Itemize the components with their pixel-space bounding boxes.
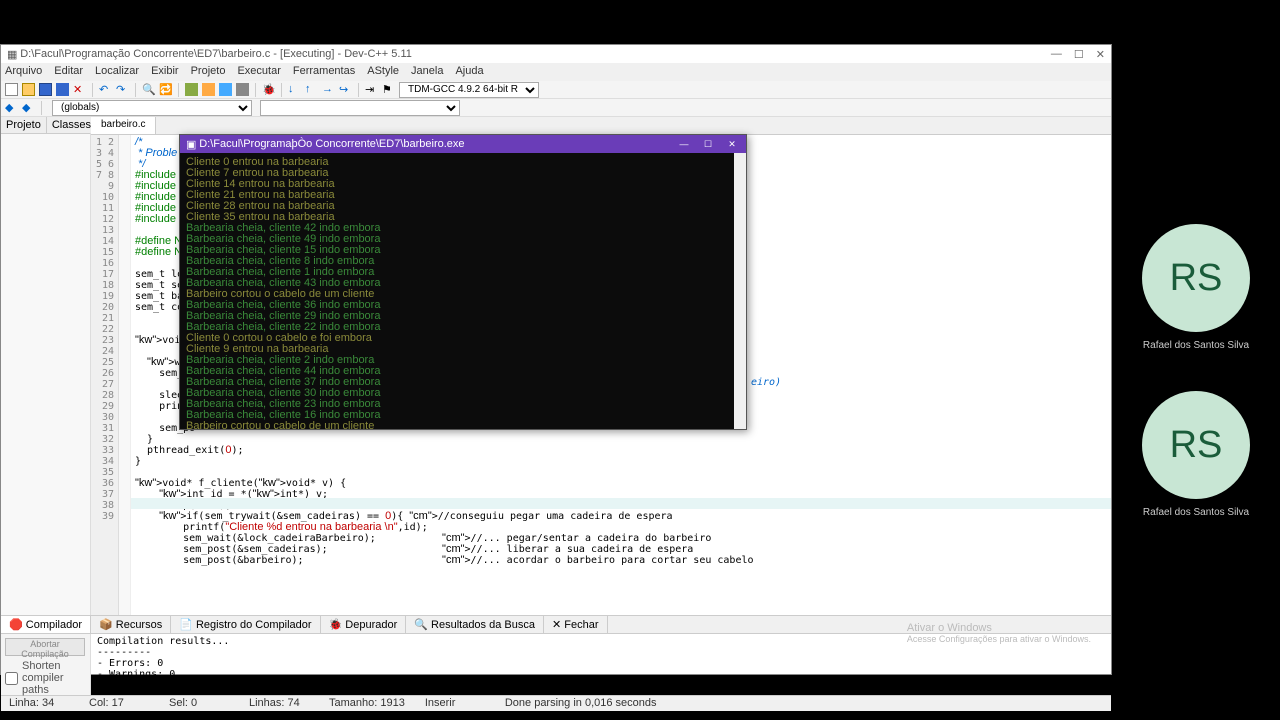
- toolbar-main: ✕ ↶ ↷ 🔍 🔁 🐞 ↓ ↑ → ↪ ⇥ ⚑ TDM-GCC 4.9.2 64…: [1, 81, 1111, 99]
- abort-compile-button[interactable]: Abortar Compilação: [5, 638, 85, 656]
- app-icon: ▦: [7, 48, 17, 61]
- compiler-selector[interactable]: TDM-GCC 4.9.2 64-bit Release: [399, 82, 539, 98]
- menu-exibir[interactable]: Exibir: [151, 65, 179, 79]
- participant-1: RS Rafael dos Santos Silva: [1142, 224, 1250, 351]
- participant-2: RS Rafael dos Santos Silva: [1142, 391, 1250, 518]
- toolbar-nav: ◆ ◆ (globals): [1, 99, 1111, 117]
- console-icon: ▣: [186, 138, 196, 151]
- console-window[interactable]: ▣ D:\Facul\ProgramaþÒo Concorrente\ED7\b…: [179, 134, 747, 430]
- menu-editar[interactable]: Editar: [54, 65, 83, 79]
- menu-ferramentas[interactable]: Ferramentas: [293, 65, 355, 79]
- windows-watermark: Ativar o Windows Acesse Configurações pa…: [907, 622, 1091, 644]
- saveall-icon[interactable]: [56, 83, 69, 96]
- new-icon[interactable]: [5, 83, 18, 96]
- step-into-icon[interactable]: ↑: [305, 83, 318, 96]
- minimize-icon[interactable]: —: [1051, 48, 1062, 61]
- btab-5[interactable]: ✕ Fechar: [544, 616, 608, 633]
- line-gutter: 1 2 3 4 5 6 7 8 9 10 11 12 13 14 15 16 1…: [91, 135, 119, 615]
- step-over-icon[interactable]: ↓: [288, 83, 301, 96]
- console-title-text: D:\Facul\ProgramaþÒo Concorrente\ED7\bar…: [199, 138, 464, 150]
- step-out-icon[interactable]: →: [322, 83, 335, 96]
- open-icon[interactable]: [22, 83, 35, 96]
- watermark-sub: Acesse Configurações para ativar o Windo…: [907, 634, 1091, 644]
- run-icon[interactable]: [202, 83, 215, 96]
- btab-3[interactable]: 🐞 Depurador: [321, 616, 407, 633]
- undo-icon[interactable]: ↶: [99, 83, 112, 96]
- compile-panel: Abortar Compilação Shorten compiler path…: [1, 633, 1111, 695]
- save-icon[interactable]: [39, 83, 52, 96]
- status-parse: Done parsing in 0,016 seconds: [505, 697, 657, 710]
- btab-1[interactable]: 📦 Recursos: [91, 616, 171, 633]
- console-close-icon[interactable]: ✕: [724, 137, 740, 151]
- status-sel: Sel: 0: [169, 697, 229, 710]
- menu-executar[interactable]: Executar: [237, 65, 280, 79]
- watermark-title: Ativar o Windows: [907, 622, 1091, 634]
- compile-icon[interactable]: [185, 83, 198, 96]
- status-lines: Linhas: 74: [249, 697, 309, 710]
- close-file-icon[interactable]: ✕: [73, 83, 86, 96]
- titlebar[interactable]: ▦ D:\Facul\Programação Concorrente\ED7\b…: [1, 45, 1111, 63]
- compile-run-icon[interactable]: [219, 83, 232, 96]
- find-icon[interactable]: 🔍: [142, 83, 155, 96]
- continue-icon[interactable]: ↪: [339, 83, 352, 96]
- sidebar: Projeto Classes Deb: [1, 117, 91, 615]
- statusbar: Linha: 34 Col: 17 Sel: 0 Linhas: 74 Tama…: [1, 695, 1111, 711]
- file-tabs: barbeiro.c: [91, 117, 1111, 135]
- maximize-icon[interactable]: ☐: [1074, 48, 1084, 61]
- menu-arquivo[interactable]: Arquivo: [5, 65, 42, 79]
- participant-2-name: Rafael dos Santos Silva: [1143, 507, 1249, 518]
- console-maximize-icon[interactable]: ☐: [700, 137, 716, 151]
- redo-icon[interactable]: ↷: [116, 83, 129, 96]
- shorten-paths-label: Shorten compiler paths: [22, 660, 86, 696]
- avatar-2[interactable]: RS: [1142, 391, 1250, 499]
- status-size: Tamanho: 1913: [329, 697, 405, 710]
- rebuild-icon[interactable]: [236, 83, 249, 96]
- menubar: Arquivo Editar Localizar Exibir Projeto …: [1, 63, 1111, 81]
- tab-classes[interactable]: Classes: [47, 117, 97, 133]
- status-line: Linha: 34: [9, 697, 69, 710]
- menu-localizar[interactable]: Localizar: [95, 65, 139, 79]
- console-output[interactable]: Cliente 0 entrou na barbeariaCliente 7 e…: [180, 153, 746, 429]
- tab-projeto[interactable]: Projeto: [1, 117, 47, 133]
- avatar-1[interactable]: RS: [1142, 224, 1250, 332]
- btab-4[interactable]: 🔍 Resultados da Busca: [406, 616, 544, 633]
- fold-gutter: [119, 135, 131, 615]
- replace-icon[interactable]: 🔁: [159, 83, 172, 96]
- participant-1-name: Rafael dos Santos Silva: [1143, 340, 1249, 351]
- window-title: D:\Facul\Programação Concorrente\ED7\bar…: [20, 48, 412, 60]
- status-mode: Inserir: [425, 697, 485, 710]
- globals-selector[interactable]: (globals): [52, 100, 252, 116]
- tab-file[interactable]: barbeiro.c: [91, 117, 156, 134]
- console-titlebar[interactable]: ▣ D:\Facul\ProgramaþÒo Concorrente\ED7\b…: [180, 135, 746, 153]
- code-comment-tail: eiro): [751, 377, 781, 388]
- close-icon[interactable]: ✕: [1096, 48, 1105, 61]
- menu-projeto[interactable]: Projeto: [191, 65, 226, 79]
- teams-participants: RS Rafael dos Santos Silva RS Rafael dos…: [1142, 224, 1250, 518]
- members-selector[interactable]: [260, 100, 460, 116]
- menu-astyle[interactable]: AStyle: [367, 65, 399, 79]
- menu-janela[interactable]: Janela: [411, 65, 443, 79]
- btab-0[interactable]: 🛑 Compilador: [1, 616, 91, 633]
- console-scrollbar[interactable]: [734, 153, 746, 429]
- status-col: Col: 17: [89, 697, 149, 710]
- menu-ajuda[interactable]: Ajuda: [455, 65, 483, 79]
- back-icon[interactable]: ◆: [5, 101, 18, 114]
- forward-icon[interactable]: ◆: [22, 101, 35, 114]
- debug-icon[interactable]: 🐞: [262, 83, 275, 96]
- btab-2[interactable]: 📄 Registro do Compilador: [171, 616, 320, 633]
- bookmark-icon[interactable]: ⚑: [382, 83, 395, 96]
- goto-icon[interactable]: ⇥: [365, 83, 378, 96]
- console-minimize-icon[interactable]: —: [676, 137, 692, 151]
- shorten-paths-checkbox[interactable]: [5, 672, 18, 685]
